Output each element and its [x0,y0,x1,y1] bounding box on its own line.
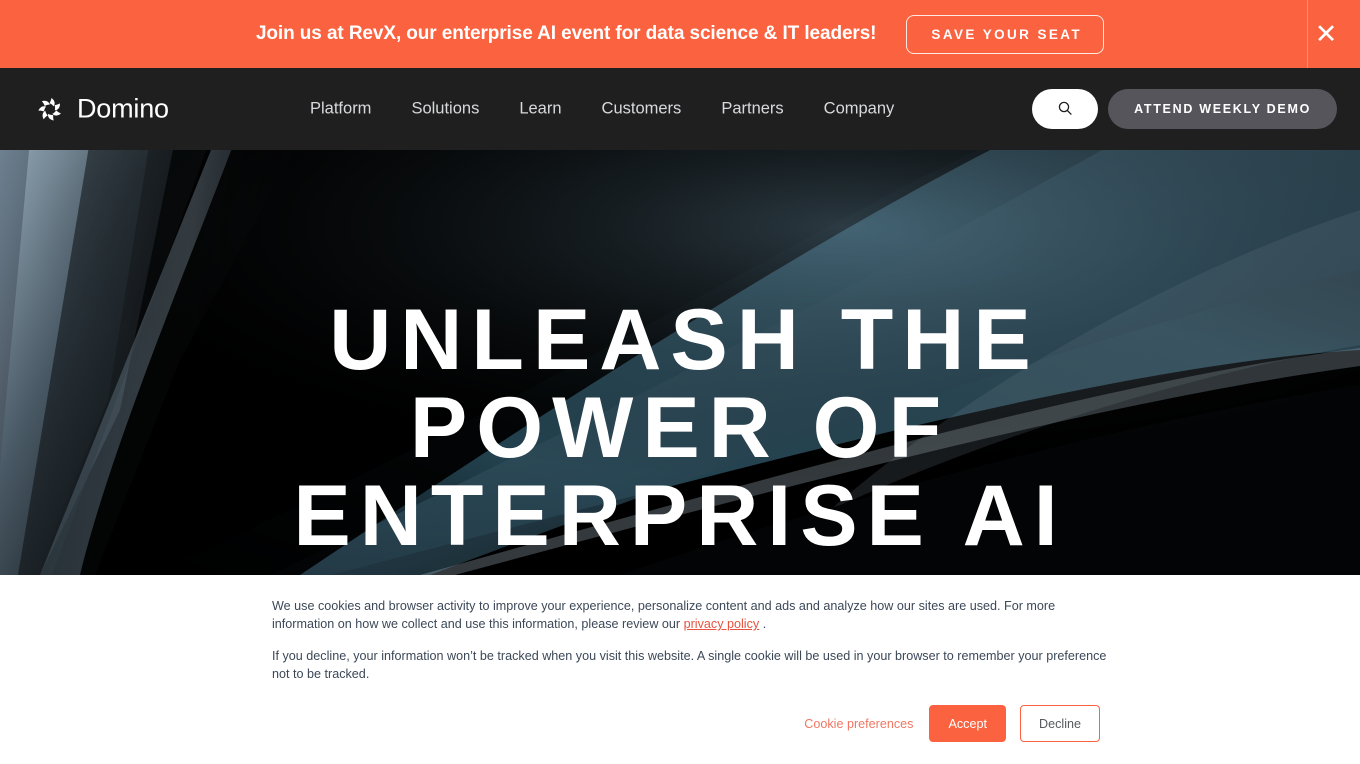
primary-nav-links: Platform Solutions Learn Customers Partn… [310,94,894,125]
nav-item-solutions[interactable]: Solutions [411,94,479,125]
main-navigation-bar: Domino Platform Solutions Learn Customer… [0,68,1360,150]
search-button[interactable] [1032,89,1099,129]
nav-actions: ATTEND WEEKLY DEMO [1032,89,1337,129]
cookie-paragraph-2: If you decline, your information won’t b… [272,649,1107,681]
cookie-consent-actions: Cookie preferences Accept Decline [802,705,1100,742]
nav-item-platform[interactable]: Platform [310,94,371,125]
promo-banner-content: Join us at RevX, our enterprise AI event… [255,14,1105,54]
privacy-policy-link[interactable]: privacy policy [684,617,760,631]
domino-pinwheel-logo-icon [36,95,64,123]
cookie-paragraph-1-text: We use cookies and browser activity to i… [272,599,1056,631]
accept-cookies-button[interactable]: Accept [929,705,1006,742]
nav-item-customers[interactable]: Customers [602,94,682,125]
nav-item-learn[interactable]: Learn [519,94,561,125]
brand-name-label: Domino [77,93,169,124]
hero-section: UNLEASH THE POWER OF ENTERPRISE AI [0,150,1360,575]
nav-item-partners[interactable]: Partners [721,94,783,125]
save-your-seat-button[interactable]: SAVE YOUR SEAT [906,14,1105,54]
page-root: Join us at RevX, our enterprise AI event… [0,0,1360,764]
cookie-paragraph-1: We use cookies and browser activity to i… [272,597,1108,633]
decline-cookies-button[interactable]: Decline [1020,705,1100,742]
hero-headline: UNLEASH THE POWER OF ENTERPRISE AI [293,292,1067,564]
search-icon [1057,100,1073,119]
promo-banner-message: Join us at RevX, our enterprise AI event… [255,23,877,44]
cookie-consent-banner: We use cookies and browser activity to i… [0,575,1360,764]
attend-weekly-demo-button[interactable]: ATTEND WEEKLY DEMO [1108,89,1337,129]
nav-item-company[interactable]: Company [824,94,895,125]
domino-brand-link[interactable]: Domino [36,94,169,125]
promo-banner: Join us at RevX, our enterprise AI event… [0,0,1360,68]
cookie-preferences-button[interactable]: Cookie preferences [802,717,915,731]
cookie-consent-text: We use cookies and browser activity to i… [272,597,1108,683]
cookie-paragraph-1-suffix: . [759,617,767,631]
close-icon[interactable]: ✕ [1300,0,1352,68]
